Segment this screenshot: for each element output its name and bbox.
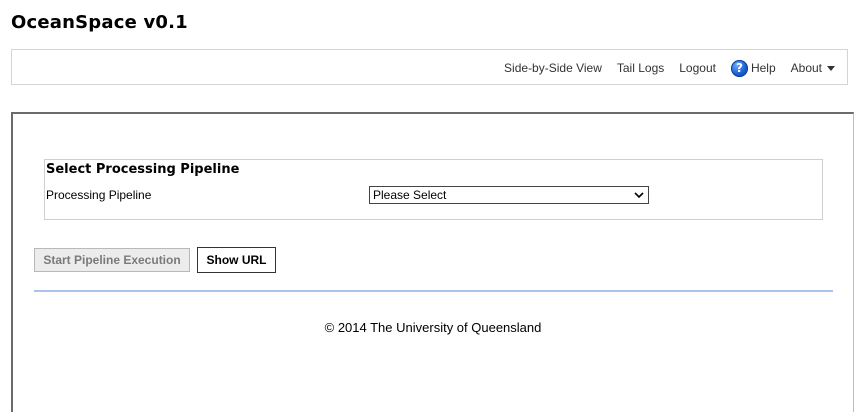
footer-copyright: © 2014 The University of Queensland bbox=[324, 320, 542, 335]
help-icon: ? bbox=[730, 59, 748, 77]
section-title: Select Processing Pipeline bbox=[46, 162, 240, 177]
nav-about-dropdown[interactable]: About bbox=[791, 61, 835, 75]
select-value: Please Select bbox=[373, 188, 447, 202]
top-navbar: Side-by-Side View Tail Logs Logout ? Hel… bbox=[11, 49, 848, 85]
nav-help-label: Help bbox=[750, 61, 776, 75]
processing-pipeline-select[interactable]: Please Select bbox=[369, 186, 649, 204]
chevron-down-icon bbox=[634, 192, 644, 199]
nav-logout[interactable]: Logout bbox=[679, 61, 716, 75]
divider bbox=[34, 290, 833, 292]
show-url-button[interactable]: Show URL bbox=[197, 247, 276, 273]
start-pipeline-button[interactable]: Start Pipeline Execution bbox=[34, 248, 190, 272]
nav-items: Side-by-Side View Tail Logs Logout ? Hel… bbox=[504, 50, 835, 86]
nav-about-label: About bbox=[790, 61, 822, 75]
nav-help[interactable]: ? Help bbox=[730, 59, 776, 77]
processing-pipeline-label: Processing Pipeline bbox=[46, 188, 152, 202]
nav-side-by-side-view[interactable]: Side-by-Side View bbox=[504, 61, 602, 75]
app-title: OceanSpace v0.1 bbox=[11, 12, 188, 33]
main-panel: Select Processing Pipeline Processing Pi… bbox=[11, 112, 854, 412]
caret-down-icon bbox=[827, 66, 835, 71]
nav-tail-logs[interactable]: Tail Logs bbox=[617, 61, 664, 75]
pipeline-fieldset: Select Processing Pipeline Processing Pi… bbox=[44, 159, 823, 220]
